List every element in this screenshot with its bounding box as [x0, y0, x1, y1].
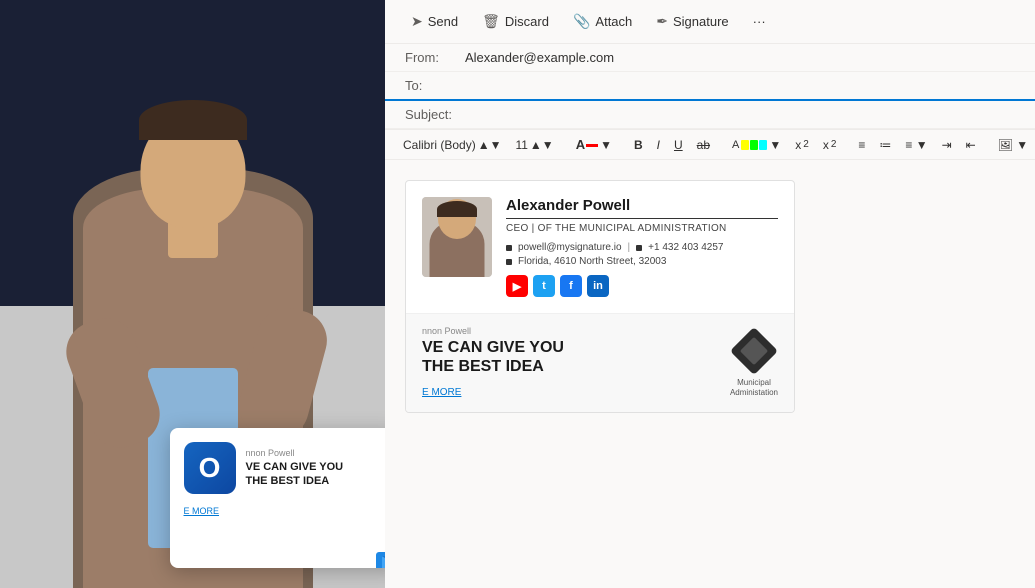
email-dot: [506, 245, 512, 251]
outlook-overlay-card: O nnon Powell VE CAN GIVE YOU THE BEST I…: [170, 428, 386, 568]
send-icon: ➤: [411, 13, 423, 30]
youtube-icon[interactable]: ▶: [506, 275, 528, 297]
signature-top: Alexander Powell CEO | OF THE MUNICIPAL …: [406, 181, 794, 314]
address-dot: [506, 259, 512, 265]
subject-input[interactable]: [465, 107, 1015, 122]
outlook-icon: O: [184, 442, 236, 494]
from-input[interactable]: [465, 50, 1015, 65]
highlight-button[interactable]: A ▼: [726, 135, 787, 155]
twitter-icon[interactable]: t: [533, 275, 555, 297]
indent-decrease-button[interactable]: ⇤: [960, 135, 982, 155]
numbered-list-button[interactable]: ≔: [873, 135, 897, 155]
highlight-chevron: ▼: [769, 138, 781, 152]
more-button[interactable]: ···: [743, 9, 776, 34]
banner-logo: Municipal Administation: [730, 328, 778, 399]
signature-icon: ✒: [656, 13, 668, 30]
from-label: From:: [405, 50, 465, 65]
phone-dot: [636, 245, 642, 251]
subject-row: Subject:: [385, 101, 1035, 129]
email-composer: ➤ Send 🗑 Discard 📎 Attach ✒ Signature ··…: [385, 0, 1035, 588]
attach-button[interactable]: 📎 Attach: [563, 8, 642, 35]
card-text: nnon Powell VE CAN GIVE YOU THE BEST IDE…: [246, 448, 344, 489]
banner-left: nnon Powell VE CAN GIVE YOU THE BEST IDE…: [422, 326, 730, 400]
signature-social: ▶ t f in: [506, 275, 778, 297]
outlook-o-letter: O: [199, 452, 221, 484]
logo-diamond-icon: [731, 328, 777, 374]
bold-button[interactable]: B: [628, 135, 649, 155]
align-button[interactable]: ≡ ▼: [899, 135, 933, 155]
email-toolbar: ➤ Send 🗑 Discard 📎 Attach ✒ Signature ··…: [385, 0, 1035, 44]
banner-from: nnon Powell: [422, 326, 730, 336]
logo-text: Municipal Administation: [730, 378, 778, 399]
card-from: nnon Powell: [246, 448, 344, 458]
signature-address-row: Florida, 4610 North Street, 32003: [506, 256, 778, 267]
insert-image-button[interactable]: 🖼 ▼: [992, 135, 1034, 155]
to-label: To:: [405, 78, 465, 93]
font-family-selector[interactable]: Calibri (Body) ▲▼: [397, 135, 507, 155]
font-size-chevron: ▲▼: [530, 138, 554, 152]
underline-button[interactable]: U: [668, 135, 689, 155]
email-body[interactable]: Alexander Powell CEO | OF THE MUNICIPAL …: [385, 160, 1035, 588]
signature-card: Alexander Powell CEO | OF THE MUNICIPAL …: [405, 180, 795, 413]
from-row: From:: [385, 44, 1035, 72]
strikethrough-button[interactable]: ab: [691, 135, 716, 155]
email-fields: From: To: Subject:: [385, 44, 1035, 130]
signature-name: Alexander Powell: [506, 197, 778, 219]
left-panel: O nnon Powell VE CAN GIVE YOU THE BEST I…: [0, 0, 385, 588]
signature-button[interactable]: ✒ Signature: [646, 8, 738, 35]
card-headline: VE CAN GIVE YOU THE BEST IDEA: [246, 460, 344, 489]
discard-button[interactable]: 🗑 Discard: [472, 8, 559, 35]
banner-see-more-link[interactable]: E MORE: [422, 387, 461, 398]
send-button[interactable]: ➤ Send: [401, 8, 468, 35]
font-family-chevron: ▲▼: [478, 138, 502, 152]
signature-banner: nnon Powell VE CAN GIVE YOU THE BEST IDE…: [406, 314, 794, 412]
signature-title: CEO | OF THE MUNICIPAL ADMINISTRATION: [506, 223, 778, 234]
italic-button[interactable]: I: [651, 135, 666, 155]
signature-email-row: powell@mysignature.io | +1 432 403 4257: [506, 242, 778, 253]
indent-increase-button[interactable]: ⇥: [936, 135, 958, 155]
superscript-button[interactable]: x2: [789, 135, 815, 155]
facebook-icon[interactable]: f: [560, 275, 582, 297]
signature-info: Alexander Powell CEO | OF THE MUNICIPAL …: [506, 197, 778, 297]
subject-label: Subject:: [405, 107, 465, 122]
font-size-selector[interactable]: 11 ▲▼: [509, 135, 559, 155]
format-toolbar: Calibri (Body) ▲▼ 11 ▲▼ A ▼ B I U ab A: [385, 130, 1035, 160]
attach-icon: 📎: [573, 13, 590, 30]
font-color-button[interactable]: A ▼: [570, 134, 618, 155]
bullet-list-button[interactable]: ≡: [852, 135, 871, 155]
to-input[interactable]: [465, 78, 1015, 93]
discard-icon: 🗑: [482, 13, 500, 30]
card-see-more-link[interactable]: E MORE: [184, 506, 386, 516]
signature-avatar: [422, 197, 492, 277]
linkedin-icon[interactable]: in: [587, 275, 609, 297]
font-color-chevron: ▼: [600, 138, 612, 152]
to-row: To:: [385, 72, 1035, 101]
subscript-button[interactable]: x2: [817, 135, 843, 155]
banner-headline: VE CAN GIVE YOU THE BEST IDEA: [422, 338, 730, 376]
font-color-indicator: A: [576, 137, 598, 152]
